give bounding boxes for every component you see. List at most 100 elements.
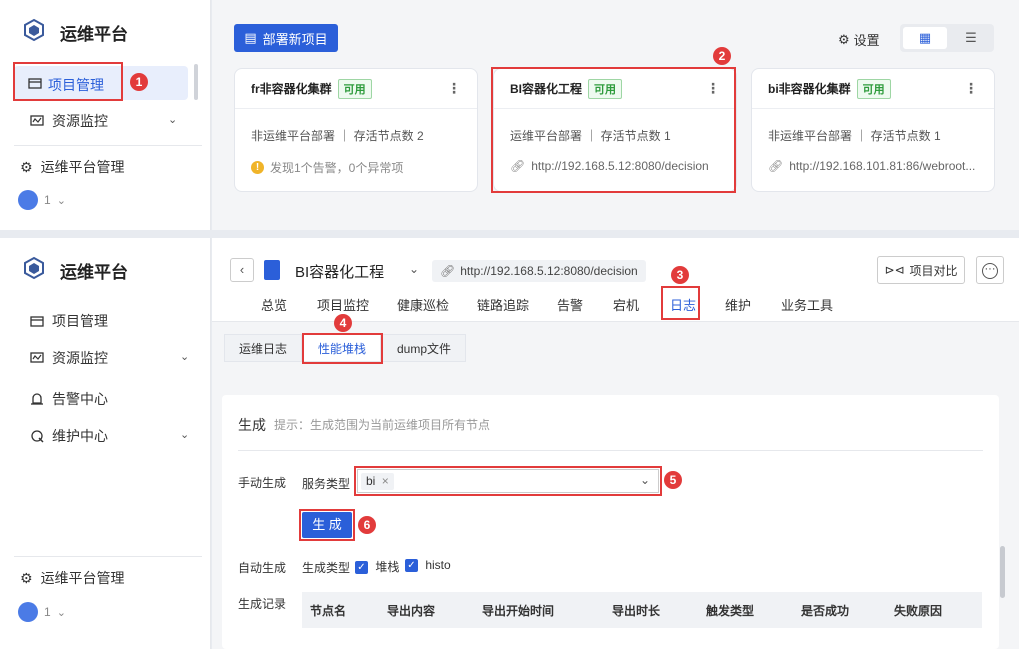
more-button[interactable]: ··· (976, 256, 1004, 284)
platform-manage-link[interactable]: ⚙ 运维平台管理 (20, 568, 125, 588)
option-stack-label: 堆栈 (375, 560, 400, 574)
card-meta: 非运维平台部署 ｜ 存活节点数 1 (768, 129, 941, 143)
card-extra-row[interactable]: 🔗︎ http://192.168.101.81:86/webroot... (768, 159, 975, 173)
tab-downtime[interactable]: 宕机 (613, 295, 639, 314)
avatar (18, 190, 38, 210)
grid-view-button[interactable]: ▦ (903, 27, 947, 49)
user-count: 1 (44, 193, 51, 207)
link-icon: 🔗︎ (768, 159, 784, 173)
view-toggle: ▦ ☰ (900, 24, 994, 52)
platform-manage-label: 运维平台管理 (40, 159, 125, 175)
avatar (18, 602, 38, 622)
subtab-dump[interactable]: dump文件 (382, 334, 467, 362)
sidebar-item-label: 告警中心 (52, 391, 108, 407)
sidebar-item-label: 资源监控 (52, 113, 108, 129)
sidebar-item-monitor[interactable]: 资源监控 (30, 348, 108, 368)
app-logo (22, 18, 46, 42)
chevron-down-icon: ⌄ (56, 606, 66, 619)
tab-alarm[interactable]: 告警 (557, 295, 583, 314)
checkbox-checked-icon[interactable]: ✓ (355, 561, 368, 575)
highlight-box-4 (302, 333, 383, 364)
card-title: bi非容器化集群 (768, 82, 851, 96)
screenshot-divider (0, 230, 1019, 238)
platform-manage-label: 运维平台管理 (40, 570, 125, 586)
option-histo[interactable]: ✓ histo (405, 558, 451, 573)
back-button[interactable]: ‹ (230, 258, 254, 282)
project-title: BI容器化工程 (295, 264, 385, 281)
top-sidebar: 运维平台 项目管理 1 资源监控 ⌄ ⚙ 运维平台管理 1 ⌄ (0, 0, 211, 230)
scrollbar[interactable] (1000, 546, 1005, 598)
sidebar-item-label: 资源监控 (52, 350, 108, 366)
deploy-label: 部署新项目 (262, 31, 328, 47)
gear-icon: ⚙ (20, 158, 33, 175)
option-stack[interactable]: ✓ 堆栈 (355, 558, 399, 575)
step-marker: 6 (358, 516, 376, 534)
more-icon: ··· (982, 262, 998, 279)
project-url-chip[interactable]: 🔗︎ http://192.168.5.12:8080/decision (432, 260, 646, 282)
sidebar-item-alarm[interactable]: 告警中心 (30, 389, 108, 409)
list-icon: ☰ (965, 30, 977, 45)
column-header: 导出内容 (387, 604, 436, 618)
bottom-sidebar: 运维平台 项目管理 资源监控 ⌄ 告警中心 维护中心 ⌄ ⚙ 运维平台管理 1 … (0, 238, 211, 649)
scrollbar[interactable] (194, 64, 198, 100)
app-name: 运维平台 (60, 263, 128, 282)
monitor-icon (30, 115, 44, 126)
column-header: 节点名 (310, 604, 347, 618)
tab-health-check[interactable]: 健康巡检 (397, 295, 449, 314)
tab-maintain[interactable]: 维护 (725, 295, 751, 314)
maintenance-icon (31, 430, 44, 443)
subtab-ops-log[interactable]: 运维日志 (224, 334, 303, 362)
more-icon[interactable]: ⋮ (964, 80, 978, 97)
step-marker: 4 (334, 314, 352, 332)
app-logo (22, 256, 46, 280)
step-marker: 1 (130, 73, 148, 91)
settings-label: 设置 (853, 33, 880, 48)
tab-business-tools[interactable]: 业务工具 (781, 295, 833, 314)
highlight-box-1 (13, 62, 123, 101)
chevron-down-icon: ⌄ (56, 194, 66, 207)
checkbox-checked-icon[interactable]: ✓ (405, 559, 418, 573)
chevron-down-icon: ⌄ (180, 351, 190, 363)
divider (238, 450, 983, 451)
card-title: fr非容器化集群 (251, 82, 332, 96)
sidebar-item-projects[interactable]: 项目管理 (30, 311, 108, 331)
project-card[interactable]: fr非容器化集群 可用 ⋮ 非运维平台部署 ｜ 存活节点数 2 ! 发现1个告警… (234, 68, 478, 192)
chevron-down-icon[interactable]: ⌄ (409, 262, 419, 276)
list-view-button[interactable]: ☰ (950, 27, 992, 49)
divider (14, 145, 202, 146)
card-url: http://192.168.101.81:86/webroot... (789, 159, 976, 173)
project-card[interactable]: bi非容器化集群 可用 ⋮ 非运维平台部署 ｜ 存活节点数 1 🔗︎ http:… (751, 68, 995, 192)
chevron-down-icon: ⌄ (180, 429, 190, 441)
compare-icon: ⊳⊲ (884, 263, 905, 277)
column-header: 导出时长 (612, 604, 661, 618)
tab-overview[interactable]: 总览 (261, 295, 287, 314)
generate-title: 生成 (238, 417, 266, 433)
highlight-box-5 (354, 466, 662, 496)
column-header: 失败原因 (894, 604, 943, 618)
sidebar-item-monitor[interactable]: 资源监控 (30, 111, 108, 131)
more-icon[interactable]: ⋮ (447, 80, 461, 97)
generate-hint: 提示：生成范围为当前运维项目所有节点 (274, 418, 491, 432)
card-extra: 发现1个告警，0个异常项 (270, 161, 404, 175)
gen-type-label: 生成类型 (302, 561, 351, 575)
project-url: http://192.168.5.12:8080/decision (460, 264, 638, 278)
tab-trace[interactable]: 链路追踪 (477, 295, 529, 314)
monitor-icon (30, 352, 44, 363)
service-type-label: 服务类型 (302, 477, 351, 491)
manual-label: 手动生成 (238, 476, 287, 490)
column-header: 是否成功 (801, 604, 850, 618)
grid-icon: ▦ (918, 30, 932, 45)
user-menu[interactable]: 1 ⌄ (18, 190, 66, 210)
tab-project-monitor[interactable]: 项目监控 (317, 295, 369, 314)
platform-manage-link[interactable]: ⚙ 运维平台管理 (20, 157, 125, 177)
user-count: 1 (44, 605, 51, 619)
step-marker: 3 (671, 266, 689, 284)
compare-button[interactable]: ⊳⊲ 项目对比 (877, 256, 965, 284)
user-menu[interactable]: 1 ⌄ (18, 602, 66, 622)
divider (14, 556, 202, 557)
sidebar-item-maintenance[interactable]: 维护中心 (30, 426, 108, 446)
records-label: 生成记录 (238, 597, 287, 611)
deploy-button[interactable]: ▤ 部署新项目 (234, 24, 338, 52)
settings-button[interactable]: ⚙ 设置 (838, 30, 880, 49)
compare-label: 项目对比 (909, 263, 958, 278)
